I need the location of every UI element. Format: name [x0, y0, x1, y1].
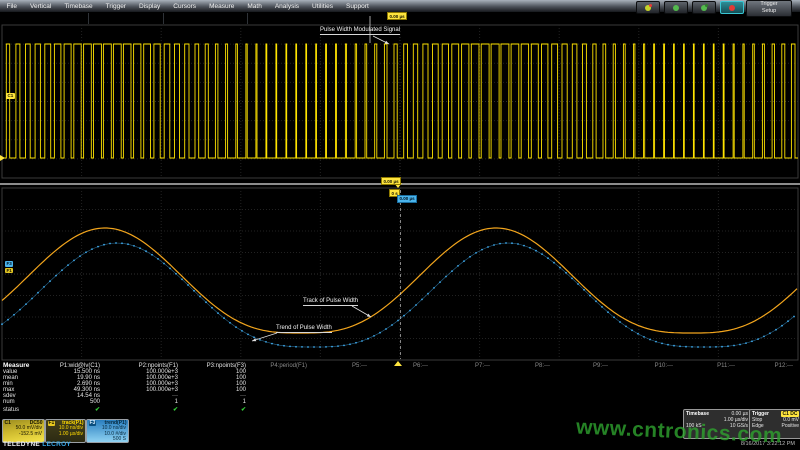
trigger-marker-bottom[interactable] [394, 361, 402, 366]
measure-col-header-p12[interactable]: P12:--- [775, 363, 793, 369]
top-time-marker[interactable]: 0.00 µs [387, 12, 407, 20]
measure-col-header-p8[interactable]: P8:--- [535, 363, 550, 369]
grid-border [2, 188, 798, 360]
menu-item-measure[interactable]: Measure [203, 3, 241, 10]
logo-teledyne: TELEDYNE [3, 441, 40, 448]
auto-setup-icon [645, 5, 651, 11]
recall-button[interactable] [692, 1, 716, 14]
annotation-track: Track of Pulse Width [303, 298, 358, 306]
measure-row-label-num: num [3, 399, 15, 405]
auto-setup-icon-badge [649, 4, 652, 7]
recall-icon-badge [705, 4, 708, 7]
auto-setup-button[interactable] [636, 1, 660, 14]
logo-lecroy: LECROY [42, 441, 71, 448]
status-check-icon: ✔ [173, 407, 178, 413]
measure-col-header-p5[interactable]: P5:--- [352, 363, 367, 369]
recall-icon [701, 5, 707, 11]
measure-col-header-p11[interactable]: P11:--- [717, 363, 735, 369]
menu-item-timebase[interactable]: Timebase [58, 3, 99, 10]
f3-samples: 500 S [87, 437, 128, 443]
c1-ground-marker[interactable] [0, 155, 5, 161]
save-button[interactable] [664, 1, 688, 14]
measure-col-header-p7[interactable]: P7:--- [475, 363, 490, 369]
menu-item-cursors[interactable]: Cursors [167, 3, 203, 10]
c1-level-tag[interactable]: C1 [6, 93, 15, 99]
f1-hscale: 1.00 µs/div [46, 432, 85, 438]
toolbar [636, 1, 744, 14]
menu-item-file[interactable]: File [0, 3, 23, 10]
measure-col-header-p10[interactable]: P10:--- [655, 363, 673, 369]
annotation-pwm-signal: Pulse Width Modulated Signal [320, 27, 400, 35]
trigger-time-marker[interactable]: 0.00 µs [381, 177, 401, 185]
measure-value: 1 [243, 399, 246, 405]
measure-col-header-p6[interactable]: P6:--- [413, 363, 428, 369]
menu-item-analysis[interactable]: Analysis [268, 3, 305, 10]
menu-item-math[interactable]: Math [241, 3, 268, 10]
trigger-setup-label-2: Setup [747, 8, 791, 15]
menu-item-trigger[interactable]: Trigger [99, 3, 132, 10]
waveform-display [0, 0, 800, 450]
measure-value: 1 [175, 399, 178, 405]
c1-descriptor-box[interactable]: C1 DC50 50.0 mV/div -152.5 mV [2, 419, 45, 443]
annotation-trend: Trend of Pulse Width [276, 325, 332, 333]
measure-row-label-status: status [3, 407, 19, 413]
f3-label: F3 [89, 421, 97, 427]
save-icon [673, 5, 679, 11]
teledyne-lecroy-logo: TELEDYNE LECROY [3, 441, 71, 448]
f3-descriptor-box[interactable]: F3 trend(P1) 10.0 ns/div 10.0 #/div 500 … [86, 419, 129, 443]
annotation-track-leader-head [367, 314, 371, 317]
measure-col-header-p4[interactable]: P4:period(F1) [270, 363, 307, 369]
measure-col-header-p9[interactable]: P9:--- [593, 363, 608, 369]
trigger-setup-label-1: Trigger [747, 1, 791, 8]
f1-level-tag[interactable]: F1 [5, 268, 13, 274]
menu-item-utilities[interactable]: Utilities [306, 3, 340, 10]
oscilloscope-screen: FileVerticalTimebaseTriggerDisplayCursor… [0, 0, 800, 450]
f1-label: F1 [48, 421, 56, 427]
f1-descriptor-box[interactable]: F1 track(P1) 10.0 ns/div 1.00 µs/div [45, 419, 86, 443]
record-stop-icon [729, 5, 735, 11]
trigger-slope: Positive [781, 423, 799, 429]
status-check-icon: ✔ [241, 407, 246, 413]
annotation-pwm-leader-head [385, 41, 389, 44]
trigger-setup-button[interactable]: Trigger Setup [746, 0, 792, 17]
f3-level-tag[interactable]: F3 [5, 261, 13, 267]
measure-value: 500 [90, 399, 100, 405]
menu-item-support[interactable]: Support [339, 3, 375, 10]
timebase-label: Timebase [686, 411, 709, 417]
menu-item-vertical[interactable]: Vertical [23, 3, 57, 10]
c1-offset: -152.5 mV [3, 432, 44, 438]
status-check-icon: ✔ [95, 407, 100, 413]
menu-item-display[interactable]: Display [132, 3, 166, 10]
c1-label: C1 [5, 421, 11, 427]
f3-time-marker[interactable]: 0.00 µs [397, 195, 417, 203]
record-stop-button[interactable] [720, 1, 744, 14]
